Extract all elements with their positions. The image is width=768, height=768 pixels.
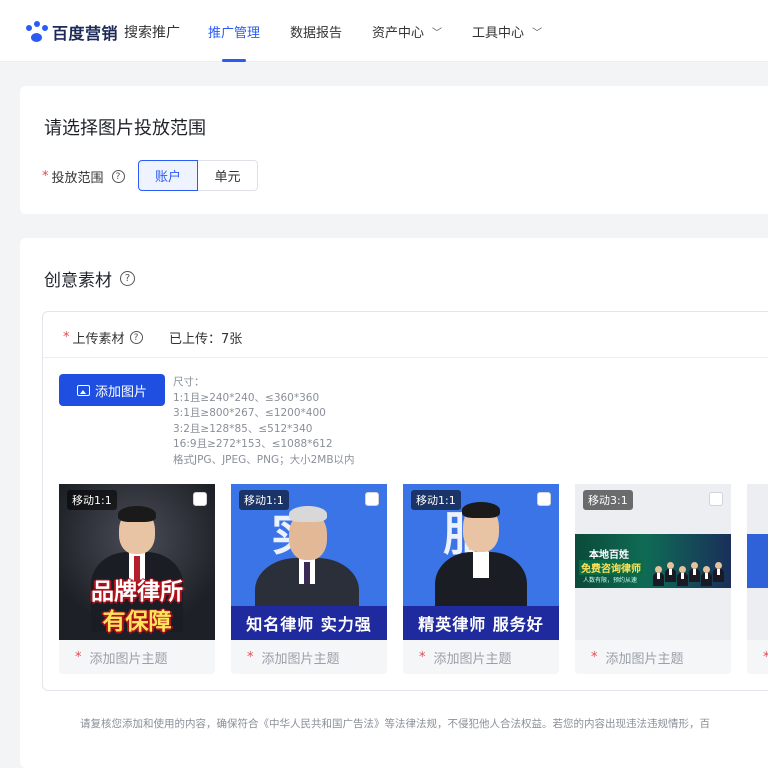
nav-item-tool-center[interactable]: 工具中心 ﹀ [472, 0, 542, 62]
ratio-tag: 移动3:1 [583, 490, 633, 510]
upload-specs: 尺寸： 1:1且≥240*240、≤360*360 3:1且≥800*267、≤… [173, 376, 355, 466]
select-checkbox[interactable] [709, 492, 723, 506]
thumbnail-item[interactable]: * [747, 484, 768, 674]
scope-option-account[interactable]: 账户 [138, 160, 198, 191]
add-image-theme[interactable]: * 添加图片主题 [575, 640, 731, 674]
nav-item-asset-center[interactable]: 资产中心 ﹀ [372, 0, 442, 62]
help-icon[interactable]: ? [129, 331, 143, 344]
product-name: 搜索推广 [124, 25, 181, 41]
thumbnail-item[interactable]: 实 力 知名律师 实力强 移动1:1 *添加图片主题 [231, 484, 387, 674]
add-image-theme[interactable]: * 添加图片主题 [59, 640, 215, 674]
thumbnail-image [747, 484, 768, 640]
ratio-tag: 移动1:1 [411, 490, 461, 510]
add-image-button[interactable]: 添加图片 [59, 374, 165, 406]
upload-panel-header: * 上传素材 ? 已上传：7张 [43, 312, 768, 358]
thumbnail-item[interactable]: 品牌律所 有保障 移动1:1 * 添加图片主题 [59, 484, 215, 674]
required-mark: * [42, 169, 49, 184]
creative-material-card: 创意素材 ? * 上传素材 ? 已上传：7张 添加图片 尺寸： 1:1且≥240… [20, 238, 768, 768]
help-icon[interactable]: ? [120, 271, 135, 286]
image-scope-card: 请选择图片投放范围 * 投放范围 ? 账户 单元 [20, 86, 768, 214]
wide-banner-image: 本地百姓 免费咨询律师 人数有限，预约从速 [575, 534, 731, 588]
ratio-tag: 移动1:1 [67, 490, 117, 510]
select-checkbox[interactable] [365, 492, 379, 506]
select-checkbox[interactable] [193, 492, 207, 506]
main-nav: 推广管理 数据报告 资产中心 ﹀ 工具中心 ﹀ [208, 0, 572, 62]
add-image-theme[interactable]: * 添加图片主题 [231, 640, 387, 674]
top-navigation-bar: 百度营销 搜索推广 推广管理 数据报告 资产中心 ﹀ 工具中心 ﹀ [0, 0, 768, 62]
ratio-tag: 移动1:1 [239, 490, 289, 510]
scope-option-unit[interactable]: 单元 [198, 160, 258, 191]
select-checkbox[interactable] [537, 492, 551, 506]
scope-segmented-control: 账户 单元 [138, 160, 258, 191]
add-image-theme[interactable]: * 添加图片主题 [403, 640, 559, 674]
upload-label: * 上传素材 ? [63, 328, 143, 347]
scope-card-title: 请选择图片投放范围 [44, 118, 206, 139]
add-image-theme[interactable]: * [747, 640, 768, 674]
thumbnail-item[interactable]: 本地百姓 免费咨询律师 人数有限，预约从速 移动3:1 * 添加图片主题 [575, 484, 731, 674]
thumbnail-list: 品牌律所 有保障 移动1:1 *添加图片主题 实 力 [59, 484, 768, 674]
thumbnail-item[interactable]: 服 务 精英律师 服务好 移动1:1 *添加图片主题 [403, 484, 559, 674]
material-card-title: 创意素材 ? [44, 266, 135, 291]
baidu-marketing-logo[interactable]: 百度营销 搜索推广 [26, 20, 180, 44]
chevron-down-icon: ﹀ [432, 27, 443, 39]
paw-logo-icon [26, 21, 48, 43]
upload-panel: * 上传素材 ? 已上传：7张 添加图片 尺寸： 1:1且≥240*240、≤3… [42, 311, 768, 691]
chevron-down-icon: ﹀ [532, 27, 543, 39]
nav-item-data-report[interactable]: 数据报告 [290, 0, 342, 62]
brand-name: 百度营销 [52, 24, 119, 43]
legal-notice: 请复核您添加和使用的内容，确保符合《中华人民共和国广告法》等法律法规，不侵犯他人… [80, 717, 710, 730]
uploaded-count: 已上传：7张 [169, 332, 243, 347]
required-mark: * [63, 330, 70, 345]
help-icon[interactable]: ? [111, 170, 125, 183]
image-icon [76, 384, 90, 396]
nav-item-campaign-management[interactable]: 推广管理 [208, 0, 260, 62]
scope-field-label: * 投放范围 ? [42, 167, 125, 186]
